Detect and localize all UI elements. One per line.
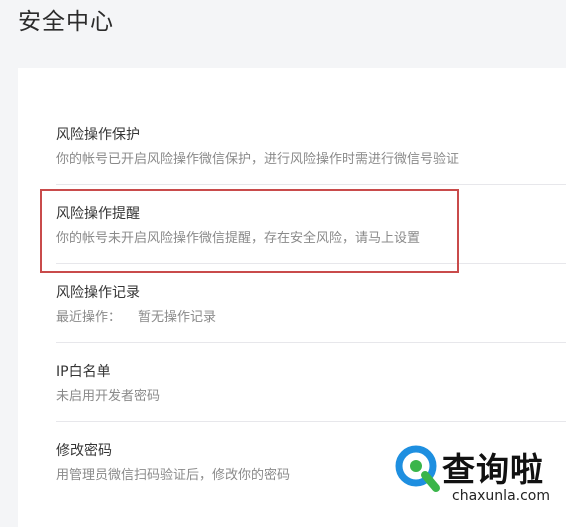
watermark-domain: chaxunla.com [452, 488, 550, 504]
highlight-annotation-box [40, 189, 459, 273]
item-description: 用管理员微信扫码验证后，修改你的密码 [56, 468, 291, 483]
item-title: 修改密码 [56, 443, 112, 459]
watermark: 查询啦 chaxunla.com [392, 440, 566, 527]
magnifier-q-logo-icon [395, 445, 440, 492]
list-item-ip-whitelist[interactable]: IP白名单 未启用开发者密码 [56, 361, 566, 439]
divider [56, 421, 566, 422]
item-title: IP白名单 [56, 364, 111, 380]
page-title: 安全中心 [18, 9, 114, 35]
item-description: 未启用开发者密码 [56, 389, 161, 404]
list-item-risk-records[interactable]: 风险操作记录 最近操作： 暂无操作记录 [56, 282, 566, 360]
recent-operations-label: 最近操作： [56, 310, 122, 325]
recent-operations-value: 暂无操作记录 [138, 310, 217, 325]
watermark-text: 查询啦 [442, 450, 544, 489]
divider [56, 184, 566, 185]
item-description: 你的帐号已开启风险操作微信保护，进行风险操作时需进行微信号验证 [56, 152, 460, 167]
item-description: 最近操作： 暂无操作记录 [56, 306, 216, 325]
divider [56, 342, 566, 343]
item-title: 风险操作保护 [56, 127, 140, 143]
item-title: 风险操作记录 [56, 285, 140, 301]
